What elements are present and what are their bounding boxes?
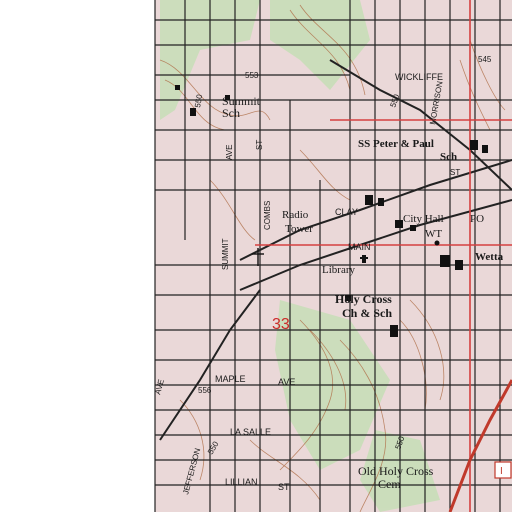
ss-peter-paul-sch-label[interactable]: Sch	[440, 151, 457, 163]
radio-tower-label-2[interactable]: Tower	[285, 223, 313, 235]
city-hall-label[interactable]: City Hall	[403, 213, 444, 225]
main-label[interactable]: MAIN	[348, 242, 371, 252]
combs-st-label[interactable]: ST	[255, 140, 264, 150]
old-holy-cross-label[interactable]: Old Holy Cross	[358, 464, 434, 478]
ss-peter-paul-label[interactable]: SS Peter & Paul	[358, 138, 434, 150]
holy-cross-label-2[interactable]: Ch & Sch	[342, 306, 392, 320]
summit-street-label[interactable]: SUMMIT	[221, 238, 230, 270]
maple-label[interactable]: MAPLE	[215, 374, 246, 384]
old-holy-cross-cem-label[interactable]: Cem	[378, 477, 401, 491]
clay-label[interactable]: CLAY	[335, 207, 358, 217]
elevation-545: 545	[478, 55, 492, 64]
po-label[interactable]: PO	[470, 213, 484, 225]
water-tower-icon	[434, 240, 440, 246]
lillian-label[interactable]: LILLIAN	[225, 477, 258, 487]
wt-label[interactable]: WT	[425, 228, 442, 240]
maple-ave-label[interactable]: AVE	[278, 377, 295, 387]
summit-school-label-2[interactable]: Sch	[222, 106, 240, 120]
elevation-556: 556	[198, 386, 212, 395]
st-east-label[interactable]: ST	[450, 168, 460, 177]
combs-label[interactable]: COMBS	[263, 201, 272, 230]
holy-cross-label[interactable]: Holy Cross	[335, 292, 392, 306]
la-salle-label[interactable]: LA SALLE	[230, 427, 271, 437]
section-number: 33	[272, 316, 290, 333]
lillian-st-label[interactable]: ST	[278, 482, 290, 492]
wetta-label[interactable]: Wetta	[475, 251, 504, 263]
topographic-map[interactable]: WICKLIFFE CLAY MAIN MAPLE AVE LA SALLE L…	[0, 0, 512, 512]
interstate-shield-label: I	[500, 466, 503, 477]
elevation-553: 553	[245, 71, 259, 80]
interstate-shield-icon: I	[494, 461, 512, 479]
library-label[interactable]: Library	[322, 264, 355, 276]
summit-ave-label[interactable]: AVE	[225, 145, 234, 160]
radio-tower-label[interactable]: Radio	[282, 209, 309, 221]
